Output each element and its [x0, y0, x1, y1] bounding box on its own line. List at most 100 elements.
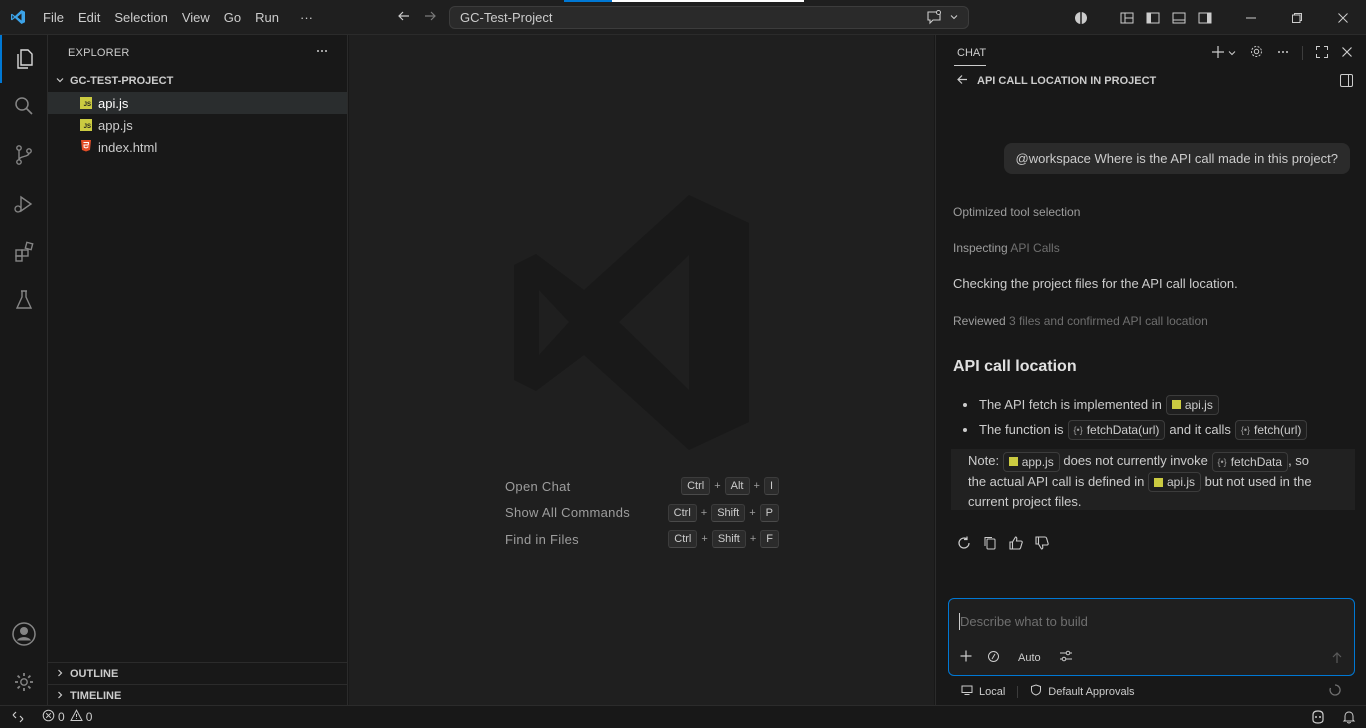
user-message-bubble: @workspace Where is the API call made in…: [1003, 143, 1350, 174]
search-icon[interactable]: [0, 82, 48, 130]
account-icon[interactable]: [0, 610, 48, 658]
testing-flask-icon[interactable]: [0, 276, 48, 324]
symbol-method-icon: {•}: [1073, 424, 1083, 435]
configure-tools-icon[interactable]: [1059, 649, 1073, 666]
window-controls: [1068, 0, 1366, 35]
approvals-setting[interactable]: Default Approvals: [1048, 686, 1134, 698]
error-count: 0: [58, 710, 65, 724]
menu-selection[interactable]: Selection: [107, 0, 174, 35]
shortcut-hints: Open Chat Ctrl + Alt + I Show All Commands…: [505, 473, 779, 553]
file-item-index-html[interactable]: index.html: [48, 136, 347, 158]
copy-icon[interactable]: [982, 535, 998, 554]
chip-label: app.js: [1021, 454, 1054, 469]
symbol-reference-chip[interactable]: {•} fetchData: [1211, 451, 1289, 472]
symbol-reference-chip[interactable]: {•} fetchData(url): [1067, 419, 1166, 440]
shortcut-label: Open Chat: [505, 478, 571, 494]
tools-icon[interactable]: [987, 650, 1000, 666]
forward-arrow-icon[interactable]: [422, 8, 438, 27]
bullet-text: The function is: [979, 422, 1064, 437]
progress-reviewed[interactable]: Reviewed 3 files and confirmed API call …: [953, 314, 1208, 328]
restore-icon[interactable]: [1274, 0, 1320, 35]
copilot-icon[interactable]: [1068, 0, 1094, 35]
outline-section[interactable]: OUTLINE: [48, 662, 347, 685]
remote-indicator-icon[interactable]: [0, 706, 36, 728]
vscode-logo-icon: [0, 0, 36, 35]
back-arrow-icon[interactable]: [396, 8, 412, 27]
menu-edit[interactable]: Edit: [71, 0, 107, 35]
menu-go[interactable]: Go: [217, 0, 248, 35]
file-reference-chip[interactable]: app.js: [1002, 451, 1060, 472]
menu-run[interactable]: Run: [248, 0, 286, 35]
copilot-status-icon[interactable]: [1310, 709, 1326, 728]
back-arrow-icon[interactable]: [956, 73, 969, 89]
timeline-title: TIMELINE: [70, 690, 122, 702]
chat-input-box[interactable]: Describe what to build Auto: [948, 598, 1355, 676]
title-accent-bar-blue: [564, 0, 612, 2]
menu-view[interactable]: View: [175, 0, 217, 35]
command-center-label: GC-Test-Project: [460, 10, 553, 25]
chevron-down-icon[interactable]: [1227, 46, 1237, 61]
more-actions-icon[interactable]: [315, 44, 329, 61]
chevron-right-icon: [54, 689, 66, 704]
new-chat-plus-icon[interactable]: [1211, 45, 1225, 62]
navigation-buttons: [396, 0, 438, 35]
bullet-dot: [963, 427, 967, 432]
explorer-sidebar: EXPLORER GC-TEST-PROJECT JS api.js JS ap…: [48, 35, 348, 705]
progress-inspecting: Inspecting API Calls: [953, 241, 1060, 255]
customize-layout-icon[interactable]: [1114, 0, 1140, 35]
close-chat-icon[interactable]: [1341, 46, 1353, 61]
separator: [1094, 0, 1114, 35]
chat-settings-gear-icon[interactable]: [1249, 44, 1264, 62]
file-item-api-js[interactable]: JS api.js: [48, 92, 347, 114]
key: Shift: [711, 530, 746, 549]
maximize-icon[interactable]: [1315, 45, 1329, 62]
chat-tab-title[interactable]: CHAT: [957, 47, 986, 59]
thumbs-down-icon[interactable]: [1034, 535, 1050, 554]
minimize-icon[interactable]: [1228, 0, 1274, 35]
session-location[interactable]: Local: [979, 686, 1005, 698]
retry-icon[interactable]: [956, 535, 972, 554]
copilot-chat-icon[interactable]: [926, 9, 942, 28]
chat-more-icon[interactable]: [1276, 45, 1290, 62]
file-reference-chip[interactable]: api.js: [1165, 394, 1219, 415]
source-control-icon[interactable]: [0, 131, 48, 179]
send-arrow-icon[interactable]: [1330, 651, 1344, 668]
run-debug-icon[interactable]: [0, 180, 48, 228]
chat-input-placeholder[interactable]: Describe what to build: [960, 614, 1088, 629]
command-center[interactable]: GC-Test-Project: [449, 6, 969, 29]
note-text: current project files.: [968, 494, 1082, 510]
thumbs-up-icon[interactable]: [1008, 535, 1024, 554]
toggle-panel-icon[interactable]: [1166, 0, 1192, 35]
toggle-sidebar-icon[interactable]: [1140, 0, 1166, 35]
extensions-icon[interactable]: [0, 228, 48, 276]
progress-text: Reviewed: [953, 314, 1006, 328]
toggle-secondary-sidebar-icon[interactable]: [1192, 0, 1218, 35]
response-bullets: The API fetch is implemented in api.js T…: [963, 392, 1308, 442]
split-view-icon[interactable]: [1339, 73, 1354, 91]
problems-indicator[interactable]: 0 0: [42, 709, 92, 725]
response-actions: [956, 535, 1050, 554]
note-text: but not used in the: [1204, 473, 1312, 489]
notifications-bell-icon[interactable]: [1342, 710, 1356, 727]
user-message-text: @workspace Where is the API call made in…: [1015, 151, 1338, 166]
add-context-plus-icon[interactable]: [959, 649, 973, 666]
progress-detail: 3 files and confirmed API call location: [1009, 314, 1208, 328]
project-folder-header[interactable]: GC-TEST-PROJECT: [48, 70, 347, 92]
progress-optimized: Optimized tool selection: [953, 205, 1081, 219]
chat-header: CHAT: [936, 35, 1366, 70]
timeline-section[interactable]: TIMELINE: [48, 684, 347, 707]
settings-gear-icon[interactable]: [0, 658, 48, 706]
mode-picker-auto[interactable]: Auto: [1018, 652, 1041, 664]
key: P: [759, 503, 779, 522]
explorer-icon[interactable]: [0, 35, 48, 83]
js-file-icon: [1153, 477, 1163, 487]
chat-tab-underline: [954, 65, 986, 66]
chevron-down-icon[interactable]: [948, 11, 960, 26]
file-reference-chip[interactable]: api.js: [1147, 472, 1201, 493]
menu-file[interactable]: File: [36, 0, 71, 35]
close-window-icon[interactable]: [1320, 0, 1366, 35]
menu-more[interactable]: ···: [286, 0, 320, 35]
symbol-reference-chip[interactable]: {•} fetch(url): [1234, 419, 1308, 440]
chat-panel: CHAT API CALL LOCATION IN PROJECT @works…: [935, 35, 1366, 705]
file-item-app-js[interactable]: JS app.js: [48, 114, 347, 136]
